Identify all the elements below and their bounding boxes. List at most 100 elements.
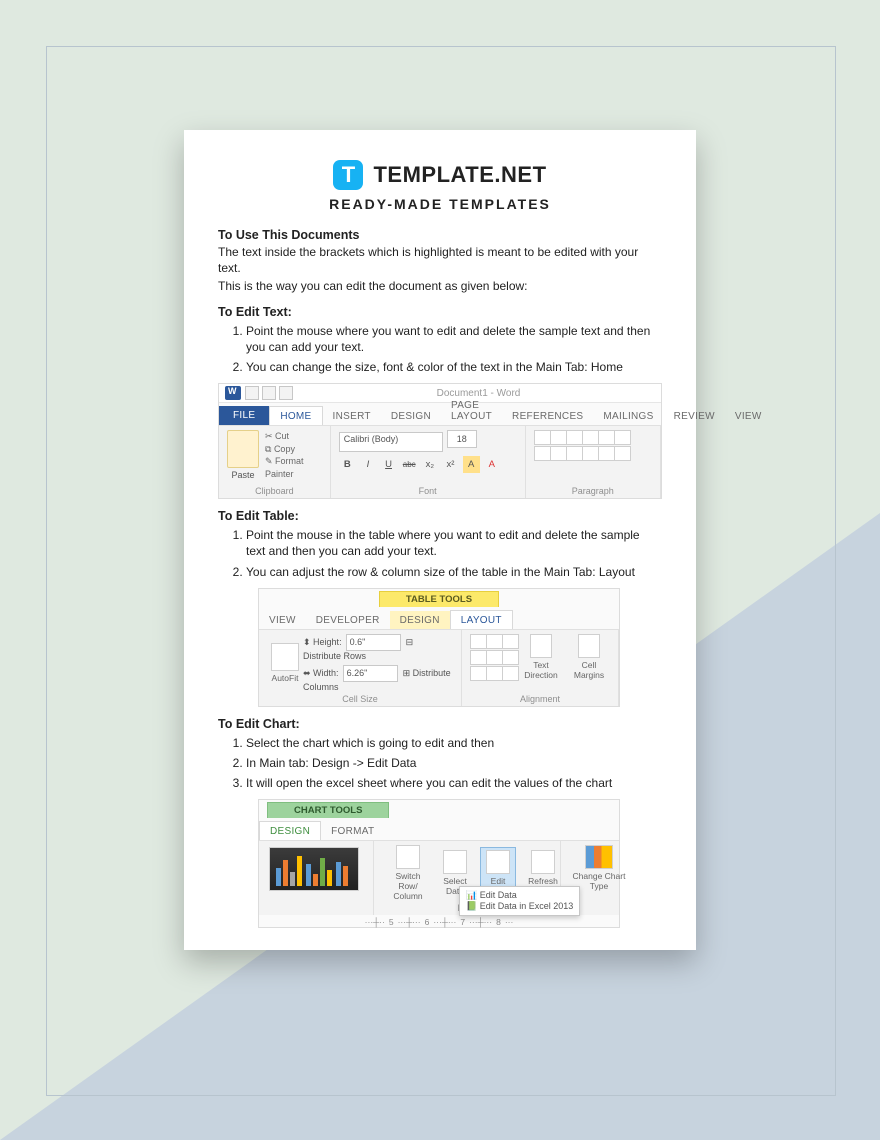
paragraph-group-label: Paragraph [534,486,652,496]
table-ribbon-body: AutoFit ⬍ Height:0.6" ⊟ Distribute Rows … [259,629,619,706]
word-ribbon-chart-design: CHART TOOLS DESIGN FORMAT [258,799,620,928]
dist-rows[interactable]: Distribute Rows [303,651,366,661]
edit-table-step-1: Point the mouse in the table where you w… [246,527,662,559]
tab-references[interactable]: REFERENCES [502,407,593,425]
tab-chart-format[interactable]: FORMAT [321,822,384,840]
group-paragraph: Paragraph [526,426,661,498]
tab-page-layout[interactable]: PAGE LAYOUT [441,396,502,425]
font-name-box[interactable]: Calibri (Body) [339,432,443,452]
font-group-label: Font [339,486,517,496]
autofit-button[interactable]: AutoFit [271,643,299,683]
autofit-icon [271,643,299,671]
tab-chart-design[interactable]: DESIGN [259,821,321,840]
font-color-button[interactable]: A [483,456,500,473]
page-subtitle: READY-MADE TEMPLATES [218,196,662,212]
heading-edit-text: To Edit Text: [218,305,662,319]
cell-size-label: Cell Size [267,694,453,704]
use-line-2: This is the way you can edit the documen… [218,278,662,294]
tab-view-2[interactable]: VIEW [259,611,306,629]
document-page: T TEMPLATE.NET READY-MADE TEMPLATES To U… [184,130,696,950]
heading-edit-table: To Edit Table: [218,509,662,523]
bold-button[interactable]: B [339,456,356,473]
change-chart-type-button[interactable]: Change Chart Type [573,845,625,891]
subscript-button[interactable]: x₂ [421,456,438,473]
edit-data-icon [486,850,510,874]
highlight-button[interactable]: A [463,456,480,473]
chart-tools-context: CHART TOOLS [259,800,619,818]
cut-label[interactable]: Cut [275,431,289,441]
qat-redo-icon[interactable] [279,386,293,400]
edit-text-step-2: You can change the size, font & color of… [246,359,662,375]
group-chart-styles [259,841,374,915]
group-alignment: Text Direction Cell Margins Alignment [462,630,619,706]
width-value[interactable]: 6.26" [343,665,398,682]
cell-margins-icon [578,634,600,658]
tab-file[interactable]: FILE [219,406,269,425]
word-ribbon-body: Paste ✂ Cut ⧉ Copy ✎ Format Painter Clip… [219,425,661,498]
table-tabs: VIEW DEVELOPER DESIGN LAYOUT [259,607,619,629]
switch-icon [396,845,420,869]
chart-style-preview[interactable] [269,847,359,891]
clipboard-group-label: Clipboard [227,486,322,496]
change-chart-type-icon [585,845,613,869]
stage: T TEMPLATE.NET READY-MADE TEMPLATES To U… [0,0,880,1140]
ruler-scale: ···┼··5···┼···6···┼···7···┼···8··· [259,917,619,927]
word-icon [225,386,241,400]
heading-use: To Use This Documents [218,228,662,242]
italic-button[interactable]: I [359,456,376,473]
qat-save-icon[interactable] [245,386,259,400]
paste-label: Paste [227,470,259,480]
cell-margins-button[interactable]: Cell Margins [569,634,609,680]
tab-table-design[interactable]: DESIGN [390,611,450,629]
strike-button[interactable]: abc [401,456,418,473]
group-cell-size: AutoFit ⬍ Height:0.6" ⊟ Distribute Rows … [259,630,462,706]
edit-table-steps: Point the mouse in the table where you w… [218,527,662,580]
paragraph-buttons[interactable] [534,430,652,461]
edit-text-steps: Point the mouse where you want to edit a… [218,323,662,376]
select-data-icon [443,850,467,874]
text-direction-button[interactable]: Text Direction [521,634,561,680]
tab-review[interactable]: REVIEW [664,407,725,425]
group-clipboard: Paste ✂ Cut ⧉ Copy ✎ Format Painter Clip… [219,426,331,498]
edit-chart-step-3: It will open the excel sheet where you c… [246,775,662,791]
edit-text-step-1: Point the mouse where you want to edit a… [246,323,662,355]
tab-table-layout[interactable]: LAYOUT [450,610,513,629]
logo-row: T TEMPLATE.NET [218,160,662,190]
qat-undo-icon[interactable] [262,386,276,400]
width-label: Width: [313,668,339,678]
superscript-button[interactable]: x² [442,456,459,473]
heading-edit-chart: To Edit Chart: [218,717,662,731]
tab-mailings[interactable]: MAILINGS [593,407,663,425]
menu-edit-data-excel[interactable]: 📗 Edit Data in Excel 2013 [466,901,573,912]
chart-tools-label: CHART TOOLS [267,802,389,818]
word-tabs: FILE HOME INSERT DESIGN PAGE LAYOUT REFE… [219,403,661,425]
format-painter-label[interactable]: Format Painter [265,456,304,479]
use-line-1: The text inside the brackets which is hi… [218,244,662,276]
menu-edit-data[interactable]: 📊 Edit Data [466,890,573,901]
alignment-grid[interactable] [470,634,517,681]
refresh-icon [531,850,555,874]
word-ribbon-home: Document1 - Word FILE HOME INSERT DESIGN… [218,383,662,499]
group-font: Calibri (Body)18 B I U abc x₂ x² A A Fon… [331,426,526,498]
text-direction-icon [530,634,552,658]
clipboard-actions: ✂ Cut ⧉ Copy ✎ Format Painter [265,430,322,480]
underline-button[interactable]: U [380,456,397,473]
height-label: Height: [313,637,342,647]
switch-row-column-button[interactable]: Switch Row/ Column [386,845,430,901]
chart-tabs: DESIGN FORMAT [259,818,619,840]
logo-icon: T [333,160,363,190]
tab-home[interactable]: HOME [269,406,322,425]
tab-developer[interactable]: DEVELOPER [306,611,390,629]
edit-data-dropdown: 📊 Edit Data 📗 Edit Data in Excel 2013 [459,886,580,916]
edit-chart-steps: Select the chart which is going to edit … [218,735,662,792]
tab-insert[interactable]: INSERT [323,407,381,425]
edit-chart-step-2: In Main tab: Design -> Edit Data [246,755,662,771]
edit-table-step-2: You can adjust the row & column size of … [246,564,662,580]
font-size-box[interactable]: 18 [447,430,477,448]
tab-view[interactable]: VIEW [725,407,772,425]
alignment-label: Alignment [470,694,610,704]
copy-label[interactable]: Copy [274,444,295,454]
tab-design[interactable]: DESIGN [381,407,441,425]
height-value[interactable]: 0.6" [346,634,401,651]
paste-button[interactable] [227,430,259,468]
